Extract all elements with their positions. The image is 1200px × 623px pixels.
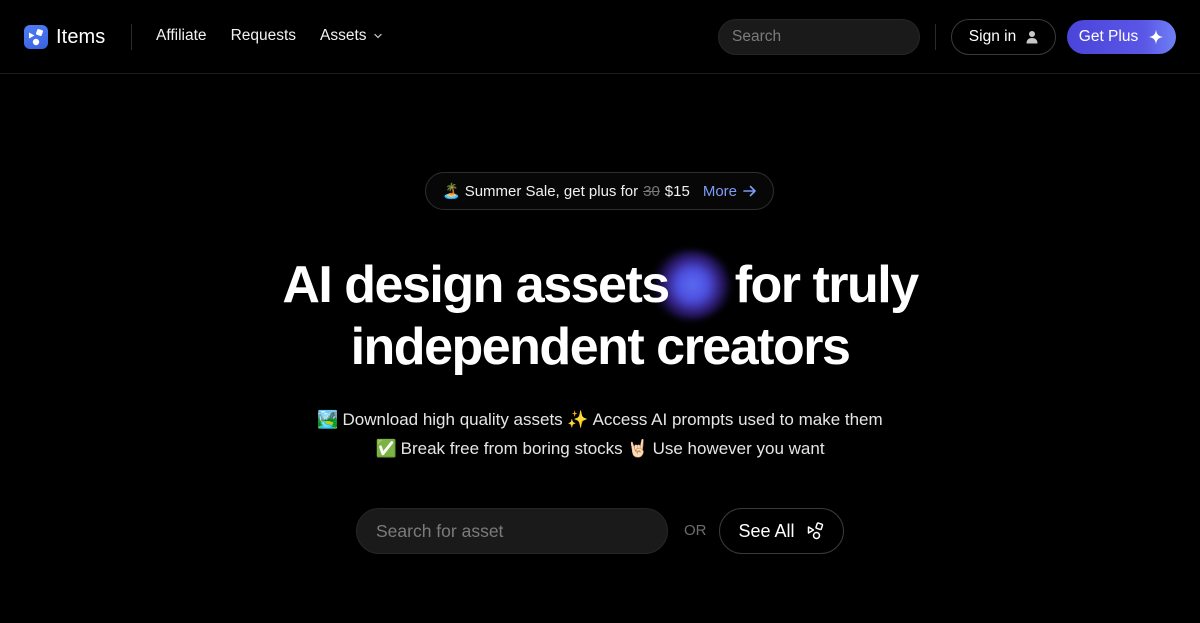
promo-more-link[interactable]: More bbox=[703, 183, 757, 200]
asset-search bbox=[356, 508, 668, 554]
island-emoji-icon: 🏝️ bbox=[442, 183, 461, 200]
feature-text: Download high quality assets bbox=[342, 410, 563, 429]
get-plus-label: Get Plus bbox=[1078, 28, 1139, 45]
hero-title: AI design assets for truly independent cr… bbox=[0, 254, 1200, 378]
see-all-label: See All bbox=[738, 520, 795, 541]
header-divider bbox=[935, 24, 936, 50]
sign-in-button[interactable]: Sign in bbox=[951, 19, 1056, 55]
get-plus-button[interactable]: Get Plus bbox=[1067, 20, 1176, 54]
nav-item-label: Assets bbox=[320, 27, 367, 44]
rock-hand-emoji-icon: 🤘🏻 bbox=[627, 439, 649, 458]
feature-list: 🏞️ Download high quality assets ✨ Access A… bbox=[0, 405, 1200, 463]
or-label: OR bbox=[684, 522, 707, 539]
main-nav: Affiliate Requests Assets bbox=[156, 27, 383, 45]
feature-line-2: ✅ Break free from boring stocks 🤘🏻 Use how… bbox=[0, 434, 1200, 463]
arrow-right-icon bbox=[743, 185, 756, 197]
user-icon bbox=[1026, 31, 1038, 44]
sparkles-emoji-icon: ✨ bbox=[567, 410, 589, 429]
chevron-down-icon bbox=[373, 33, 382, 39]
nav-item-label: Requests bbox=[230, 27, 297, 44]
promo-new-price: $15 bbox=[664, 182, 690, 200]
asset-search-input[interactable] bbox=[376, 520, 648, 542]
feature-text: Break free from boring stocks bbox=[400, 439, 623, 458]
check-emoji-icon: ✅ bbox=[375, 439, 397, 458]
more-label: More bbox=[702, 182, 738, 200]
nav-divider bbox=[131, 24, 132, 50]
nav-item-affiliate[interactable]: Affiliate bbox=[156, 27, 207, 45]
logo-link[interactable]: Items bbox=[24, 25, 105, 49]
picture-emoji-icon: 🏞️ bbox=[317, 410, 339, 429]
promo-old-price: 30 bbox=[643, 182, 660, 200]
see-all-button[interactable]: See All bbox=[719, 508, 844, 554]
sign-in-label: Sign in bbox=[968, 28, 1017, 45]
nav-item-requests[interactable]: Requests bbox=[231, 27, 296, 45]
hero-title-part1: AI design assets bbox=[282, 256, 670, 314]
feature-line-1: 🏞️ Download high quality assets ✨ Access A… bbox=[0, 405, 1200, 434]
header-search bbox=[718, 19, 932, 55]
items-logo-icon bbox=[24, 25, 48, 49]
logo-text: Items bbox=[56, 25, 106, 48]
shapes-icon bbox=[807, 522, 823, 540]
summer-sale-banner[interactable]: 🏝️ Summer Sale, get plus for 30 $15 More bbox=[425, 172, 774, 210]
nav-item-label: Affiliate bbox=[156, 27, 207, 44]
hero-title-part2: for truly bbox=[734, 256, 919, 314]
nav-item-assets[interactable]: Assets bbox=[320, 27, 383, 45]
promo-text: Summer Sale, get plus for bbox=[464, 182, 639, 200]
feature-text: Access AI prompts used to make them bbox=[592, 410, 883, 429]
hero-title-line2: independent creators bbox=[350, 318, 851, 376]
sparkle-icon bbox=[1148, 29, 1164, 45]
top-nav-bar: Items Affiliate Requests Assets Sign in bbox=[0, 0, 1200, 74]
feature-text: Use however you want bbox=[652, 439, 825, 458]
header-search-input[interactable] bbox=[732, 28, 932, 46]
